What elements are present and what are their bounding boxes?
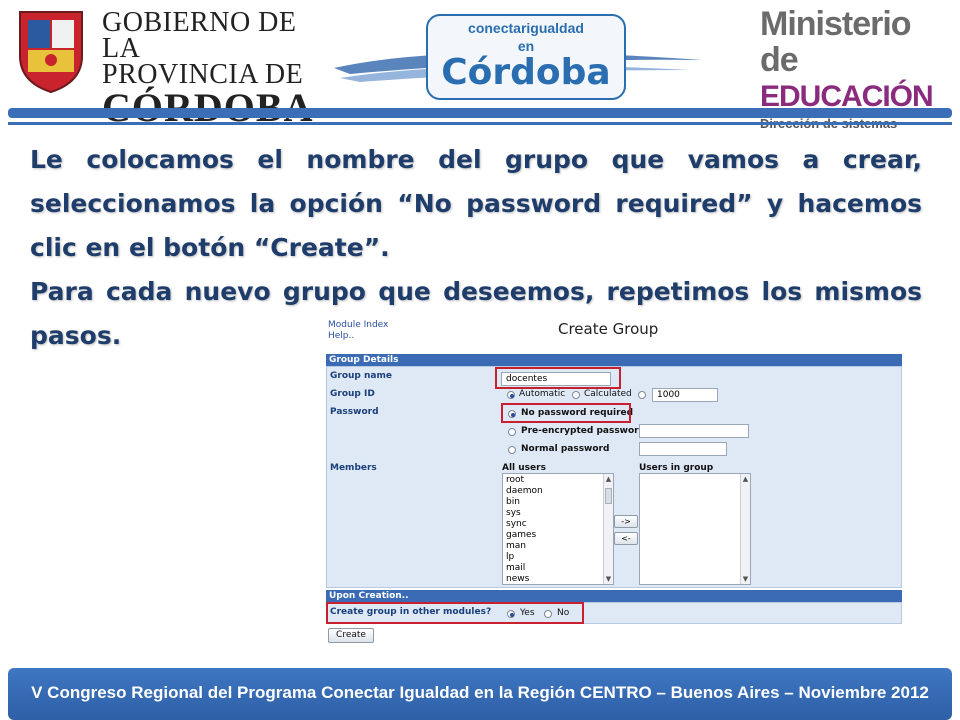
gid-input[interactable]: 1000 xyxy=(652,388,718,402)
all-users-items: root daemon bin sys sync games man lp ma… xyxy=(506,475,543,585)
other-modules-highlight xyxy=(326,602,584,624)
group-name-highlight xyxy=(495,367,621,389)
all-users-list[interactable]: root daemon bin sys sync games man lp ma… xyxy=(502,473,614,585)
nav-links: Module Index Help.. xyxy=(328,320,388,342)
gobierno-cordoba-logo: GOBIERNO DE LA PROVINCIA DE CÓRDOBA xyxy=(8,6,312,128)
list-item[interactable]: man xyxy=(506,541,543,552)
instruction-paragraph-1: Le colocamos el nombre del grupo que vam… xyxy=(30,145,922,262)
conectar-logo-line1: conectarigualdad xyxy=(468,20,584,36)
list-item[interactable]: lp xyxy=(506,552,543,563)
group-name-label: Group name xyxy=(330,371,392,381)
help-link[interactable]: Help.. xyxy=(328,331,388,342)
group-id-label: Group ID xyxy=(330,389,375,399)
upon-creation-panel: Create group in other modules? Yes No xyxy=(326,602,902,624)
list-item[interactable]: news xyxy=(506,574,543,585)
scroll-down-icon[interactable]: ▼ xyxy=(741,574,750,584)
members-label: Members xyxy=(330,463,377,473)
create-button[interactable]: Create xyxy=(328,628,374,643)
group-details-header: Group Details xyxy=(326,354,902,366)
users-in-group-scrollbar[interactable]: ▲ ▼ xyxy=(740,474,750,584)
scroll-down-icon[interactable]: ▼ xyxy=(604,574,613,584)
scroll-up-icon[interactable]: ▲ xyxy=(604,474,613,484)
add-member-button[interactable]: -> xyxy=(614,515,638,528)
gid-calculated-label: Calculated xyxy=(584,389,632,399)
scroll-thumb[interactable] xyxy=(605,488,612,504)
pw-pre-input[interactable] xyxy=(639,424,749,438)
cordoba-shield-icon xyxy=(19,11,83,94)
list-item[interactable]: bin xyxy=(506,497,543,508)
list-item[interactable]: root xyxy=(506,475,543,486)
group-details-panel: Group name docentes Group ID Automatic C… xyxy=(326,366,902,588)
list-item[interactable]: mail xyxy=(506,563,543,574)
footer-bar: V Congreso Regional del Programa Conecta… xyxy=(8,668,952,720)
gid-calculated-radio[interactable] xyxy=(572,391,580,399)
conectar-logo-line3: Córdoba xyxy=(441,52,611,93)
page-title: Create Group xyxy=(558,320,659,338)
list-item[interactable]: sync xyxy=(506,519,543,530)
pw-pre-label: Pre-encrypted password xyxy=(521,426,646,436)
remove-member-button[interactable]: <- xyxy=(614,532,638,545)
scroll-up-icon[interactable]: ▲ xyxy=(741,474,750,484)
all-users-label: All users xyxy=(502,463,546,473)
gov-logo-line1: GOBIERNO DE LA xyxy=(102,7,297,64)
conectar-igualdad-logo: conectarigualdad en Córdoba xyxy=(330,8,710,100)
create-group-screenshot: Module Index Help.. Create Group Group D… xyxy=(326,316,902,646)
pw-normal-input[interactable] xyxy=(639,442,727,456)
list-item[interactable]: sys xyxy=(506,508,543,519)
pw-normal-label: Normal password xyxy=(521,444,610,454)
list-item[interactable]: daemon xyxy=(506,486,543,497)
users-in-group-label: Users in group xyxy=(639,463,714,473)
footer-text: V Congreso Regional del Programa Conecta… xyxy=(31,683,929,702)
list-item[interactable]: games xyxy=(506,530,543,541)
gid-automatic-radio[interactable] xyxy=(507,391,515,399)
gid-automatic-label: Automatic xyxy=(519,389,566,399)
conectar-logo-badge: conectarigualdad en Córdoba xyxy=(426,14,626,100)
upon-creation-header: Upon Creation.. xyxy=(326,590,902,602)
gid-manual-radio[interactable] xyxy=(638,391,646,399)
all-users-scrollbar[interactable]: ▲ ▼ xyxy=(603,474,613,584)
header-divider xyxy=(8,108,952,118)
ministerio-logo-line1: Ministerio de xyxy=(760,5,912,79)
module-index-link[interactable]: Module Index xyxy=(328,320,388,331)
users-in-group-list[interactable]: ▲ ▼ xyxy=(639,473,751,585)
pw-none-highlight xyxy=(501,403,631,423)
header-divider-thin xyxy=(8,122,952,125)
pw-normal-radio[interactable] xyxy=(508,446,516,454)
pw-pre-radio[interactable] xyxy=(508,428,516,436)
password-label: Password xyxy=(330,407,379,417)
ministerio-educacion-logo: Ministerio de EDUCACIÓN Dirección de sis… xyxy=(760,5,952,131)
